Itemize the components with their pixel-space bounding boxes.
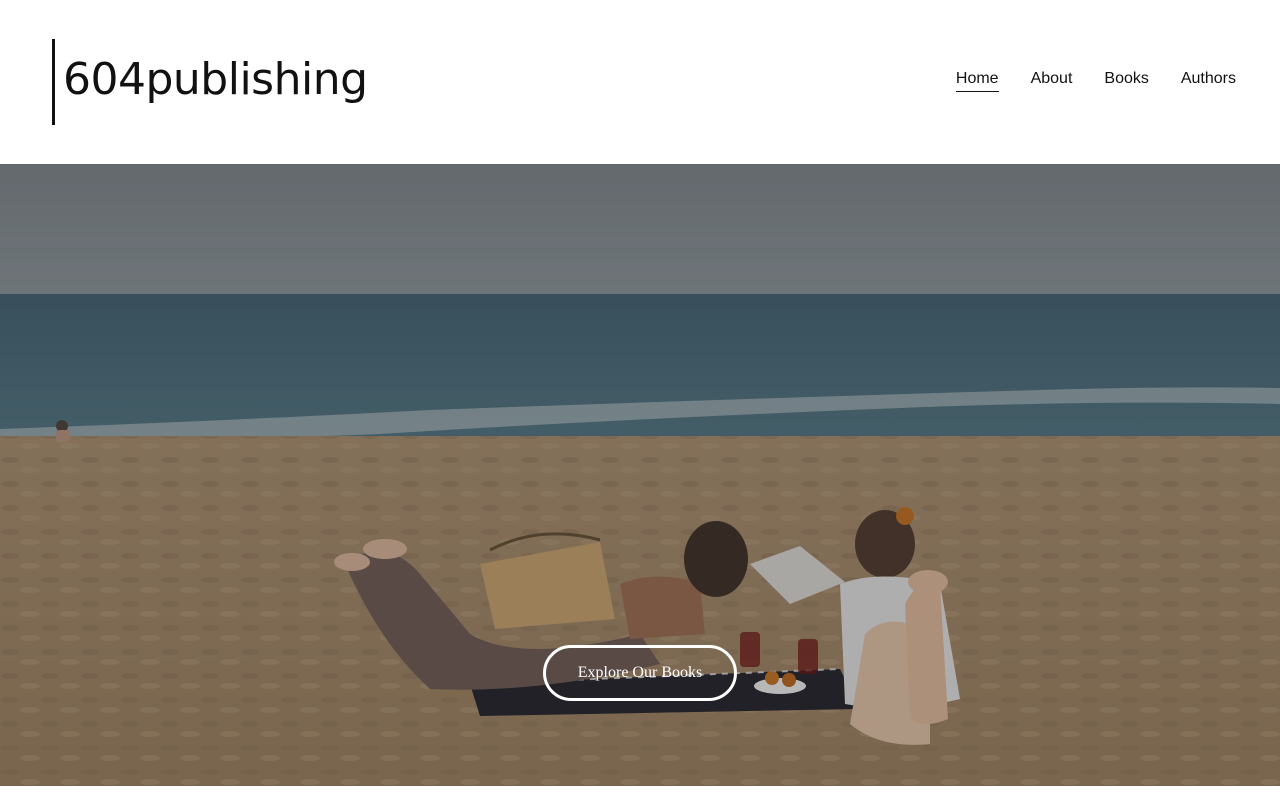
logo-bar (52, 39, 55, 125)
nav-home-link[interactable]: Home (955, 70, 999, 92)
explore-books-button[interactable]: Explore Our Books (543, 645, 737, 701)
nav-about-link[interactable]: About (1031, 70, 1073, 92)
nav-books-link[interactable]: Books (1104, 70, 1148, 92)
hero-section: Explore Our Books (0, 164, 1280, 786)
nav-authors-link[interactable]: Authors (1181, 70, 1236, 92)
site-header: 604publishing Home About Books Authors (0, 0, 1280, 164)
site-logo[interactable]: 604publishing (52, 39, 368, 125)
page-bottom-strip (0, 786, 1280, 800)
main-nav: Home About Books Authors (955, 70, 1236, 92)
brand-name: 604publishing (63, 54, 368, 105)
